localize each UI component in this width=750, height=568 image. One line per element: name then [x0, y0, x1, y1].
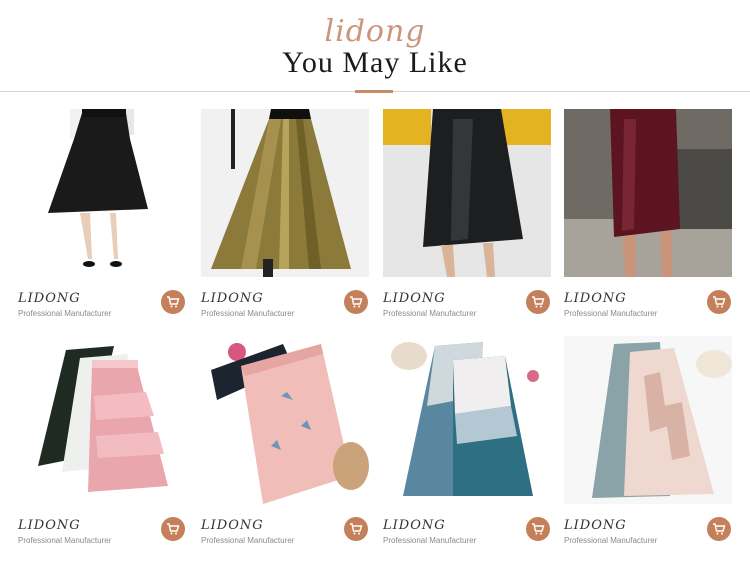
shopping-cart-icon: [713, 523, 726, 535]
shopping-cart-icon: [350, 523, 363, 535]
product-image[interactable]: [18, 336, 186, 504]
brand-name: LIDONG: [201, 518, 264, 533]
add-to-cart-button[interactable]: [707, 290, 731, 314]
brand-subtitle: Professional Manufacturer: [564, 536, 658, 545]
brand-subtitle: Professional Manufacturer: [18, 536, 112, 545]
page-title: You May Like: [282, 46, 468, 79]
add-to-cart-button[interactable]: [526, 290, 550, 314]
product-image[interactable]: [564, 109, 732, 277]
add-to-cart-button[interactable]: [344, 517, 368, 541]
brand-subtitle: Professional Manufacturer: [18, 309, 112, 318]
product-image[interactable]: [18, 109, 186, 277]
brand-name: LIDONG: [18, 518, 81, 533]
shopping-cart-icon: [167, 523, 180, 535]
add-to-cart-button[interactable]: [161, 517, 185, 541]
brand-name: LIDONG: [564, 518, 627, 533]
brand-script: lidong: [324, 14, 426, 49]
shopping-cart-icon: [713, 296, 726, 308]
product-image[interactable]: [383, 336, 551, 504]
add-to-cart-button[interactable]: [707, 517, 731, 541]
title-accent-bar: [355, 90, 393, 93]
add-to-cart-button[interactable]: [526, 517, 550, 541]
brand-subtitle: Professional Manufacturer: [383, 309, 477, 318]
product-image[interactable]: [201, 109, 369, 277]
product-image[interactable]: [201, 336, 369, 504]
add-to-cart-button[interactable]: [344, 290, 368, 314]
brand-name: LIDONG: [18, 291, 81, 306]
add-to-cart-button[interactable]: [161, 290, 185, 314]
brand-name: LIDONG: [383, 291, 446, 306]
shopping-cart-icon: [350, 296, 363, 308]
shopping-cart-icon: [532, 296, 545, 308]
product-image[interactable]: [383, 109, 551, 277]
page-header: lidong You May Like: [0, 0, 750, 100]
brand-name: LIDONG: [201, 291, 264, 306]
brand-subtitle: Professional Manufacturer: [201, 536, 295, 545]
shopping-cart-icon: [532, 523, 545, 535]
product-image[interactable]: [564, 336, 732, 504]
brand-subtitle: Professional Manufacturer: [201, 309, 295, 318]
brand-name: LIDONG: [383, 518, 446, 533]
brand-name: LIDONG: [564, 291, 627, 306]
shopping-cart-icon: [167, 296, 180, 308]
brand-subtitle: Professional Manufacturer: [564, 309, 658, 318]
brand-subtitle: Professional Manufacturer: [383, 536, 477, 545]
